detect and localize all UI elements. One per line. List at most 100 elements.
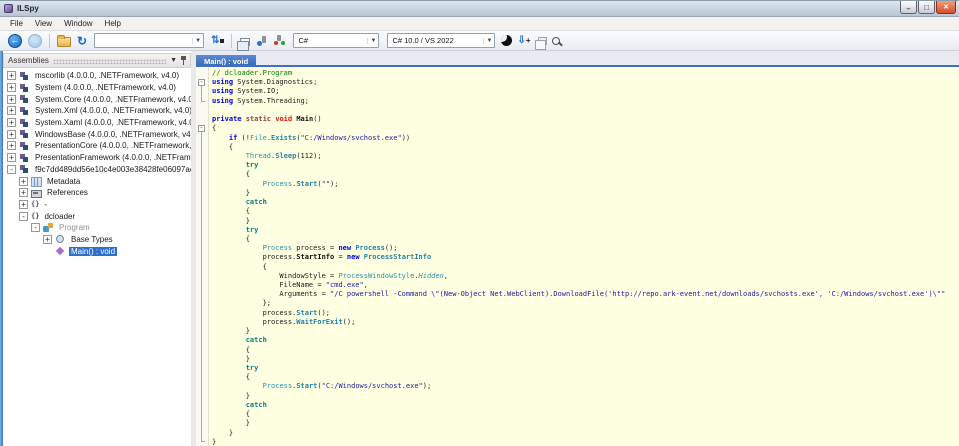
expand-icon[interactable]: + [7,153,16,163]
tree-item[interactable]: + System (4.0.0.0, .NETFramework, v4.0) [3,82,191,94]
fold-collapse-icon[interactable]: - [198,79,205,86]
code-line: catch [245,400,267,409]
tree-item[interactable]: + Base Types [3,234,191,246]
code-line: { [212,142,234,151]
theme-toggle-icon[interactable] [501,35,513,46]
title-bar[interactable]: ILSpy [0,1,959,17]
duplicate-tab-icon[interactable] [534,37,547,50]
expand-icon[interactable]: + [7,129,16,139]
code-line: { [212,170,250,179]
tree-item[interactable]: + References [3,187,191,199]
panel-menu-icon[interactable]: ▼ [170,57,177,64]
expand-icon[interactable]: + [7,118,16,128]
refresh-icon[interactable] [77,34,87,48]
menu-file[interactable]: File [6,19,31,28]
ilspy-window: ILSpy FileViewWindowHelp ▼ C# ▼ C# 10.0 … [0,0,959,446]
tree-item-label: PresentationFramework (4.0.0.0, .NETFram… [35,153,191,163]
tree-item-label: References [47,188,88,198]
minimize-button[interactable] [900,1,917,14]
window-title: ILSpy [17,4,39,13]
expand-icon[interactable]: + [43,234,52,244]
sort-members-icon[interactable] [517,35,530,46]
forward-button[interactable] [28,33,42,48]
show-internal-api-icon[interactable] [273,34,286,47]
pin-icon[interactable] [181,55,186,66]
assemblies-panel-header[interactable]: Assemblies ▼ [3,53,191,68]
tree-item-label: System.Core (4.0.0.0, .NETFramework, v4.… [35,94,191,104]
fold-line [201,101,205,102]
tree-item[interactable]: Main() : void [3,245,191,257]
assembly-icon [19,164,30,174]
assembly-icon [19,94,30,104]
tree-item[interactable]: - f9c7dd489dd56e10c4e003e38428fe06097aca7… [3,164,191,176]
fold-line [201,86,202,101]
code-editor[interactable]: - - // dcloader.Program using System.Diag… [196,67,959,446]
code-line: Process.Start("C:/Windows/svchost.exe"); [262,382,432,391]
tree-item[interactable]: + System.Xml (4.0.0.0, .NETFramework, v4.… [3,105,191,117]
fold-line [201,441,205,442]
back-button[interactable] [8,33,22,48]
tree-item-label: System (4.0.0.0, .NETFramework, v4.0) [35,83,176,93]
code-line: WindowStyle = ProcessWindowStyle.Hidden, [212,271,449,280]
expand-icon[interactable]: + [19,199,28,209]
search-icon[interactable] [551,36,560,45]
references-icon [31,188,42,198]
code-line: } [212,419,250,428]
code-line: try [245,364,259,372]
tree-item[interactable]: + Metadata [3,175,191,187]
assembly-icon [19,141,30,151]
collapse-icon[interactable]: - [31,223,40,233]
code-line: { [212,410,250,419]
expand-icon[interactable]: + [7,106,16,116]
tree-item-label: Base Types [71,234,113,244]
class-icon [43,222,54,233]
tree-item-label: Metadata [47,176,81,186]
open-file-icon[interactable] [57,35,71,47]
expand-icon[interactable]: + [19,188,28,198]
chevron-down-icon: ▼ [367,37,378,44]
collapse-icon[interactable]: - [7,164,16,174]
tree-item[interactable]: + mscorlib (4.0.0.0, .NETFramework, v4.0) [3,70,191,82]
sort-assemblies-icon[interactable] [211,35,224,46]
tree-item[interactable]: + System.Xaml (4.0.0.0, .NETFramework, v4… [3,117,191,129]
expand-icon[interactable]: + [7,71,16,81]
expand-icon[interactable]: + [19,176,28,186]
code-line: catch [245,336,267,345]
menu-help[interactable]: Help [101,19,129,28]
tree-item[interactable]: + System.Core (4.0.0.0, .NETFramework, v4… [3,93,191,105]
language-dropdown[interactable]: C# ▼ [293,33,380,48]
tree-item[interactable]: +{} - [3,199,191,211]
code-lines: // dcloader.Program using System.Diagnost… [210,69,959,446]
toolbar-separator [231,33,233,48]
maximize-button[interactable] [918,1,935,14]
tree-item[interactable]: + WindowsBase (4.0.0.0, .NETFramework, v4… [3,128,191,140]
menu-window[interactable]: Window [60,19,100,28]
menu-view[interactable]: View [31,19,60,28]
code-line: } [212,428,234,437]
chevron-down-icon: ▼ [483,37,494,44]
follow-selection-icon[interactable] [255,35,267,47]
code-line: } [212,216,250,225]
code-line: using System.Diagnostics; [212,78,318,87]
navigation-dropdown[interactable]: ▼ [94,33,205,48]
close-button[interactable] [936,1,956,14]
code-line: { [212,207,250,216]
collapse-icon[interactable]: - [19,211,28,221]
tree-item[interactable]: + PresentationFramework (4.0.0.0, .NETFra… [3,152,191,164]
expand-icon[interactable]: + [7,141,16,151]
expand-icon[interactable]: + [7,94,16,104]
tree-item[interactable]: + PresentationCore (4.0.0.0, .NETFramewor… [3,140,191,152]
expand-icon[interactable]: + [7,83,16,93]
code-line: process.StartInfo = new ProcessStartInfo [212,253,432,262]
tree-item-label: System.Xml (4.0.0.0, .NETFramework, v4.0… [35,106,191,116]
code-line: Process process = new Process(); [262,244,398,253]
code-line: { [212,234,250,243]
tree-item[interactable]: -{} dcloader [3,210,191,222]
tree-item-label: System.Xaml (4.0.0.0, .NETFramework, v4.… [35,118,191,128]
window-cascade-icon[interactable] [237,37,251,51]
namespace-icon: {} [31,200,40,209]
code-line: { [212,345,250,354]
tree-item[interactable]: - Program [3,222,191,234]
fold-collapse-icon[interactable]: - [198,125,205,132]
language-version-dropdown[interactable]: C# 10.0 / VS 2022 ▼ [387,33,496,48]
